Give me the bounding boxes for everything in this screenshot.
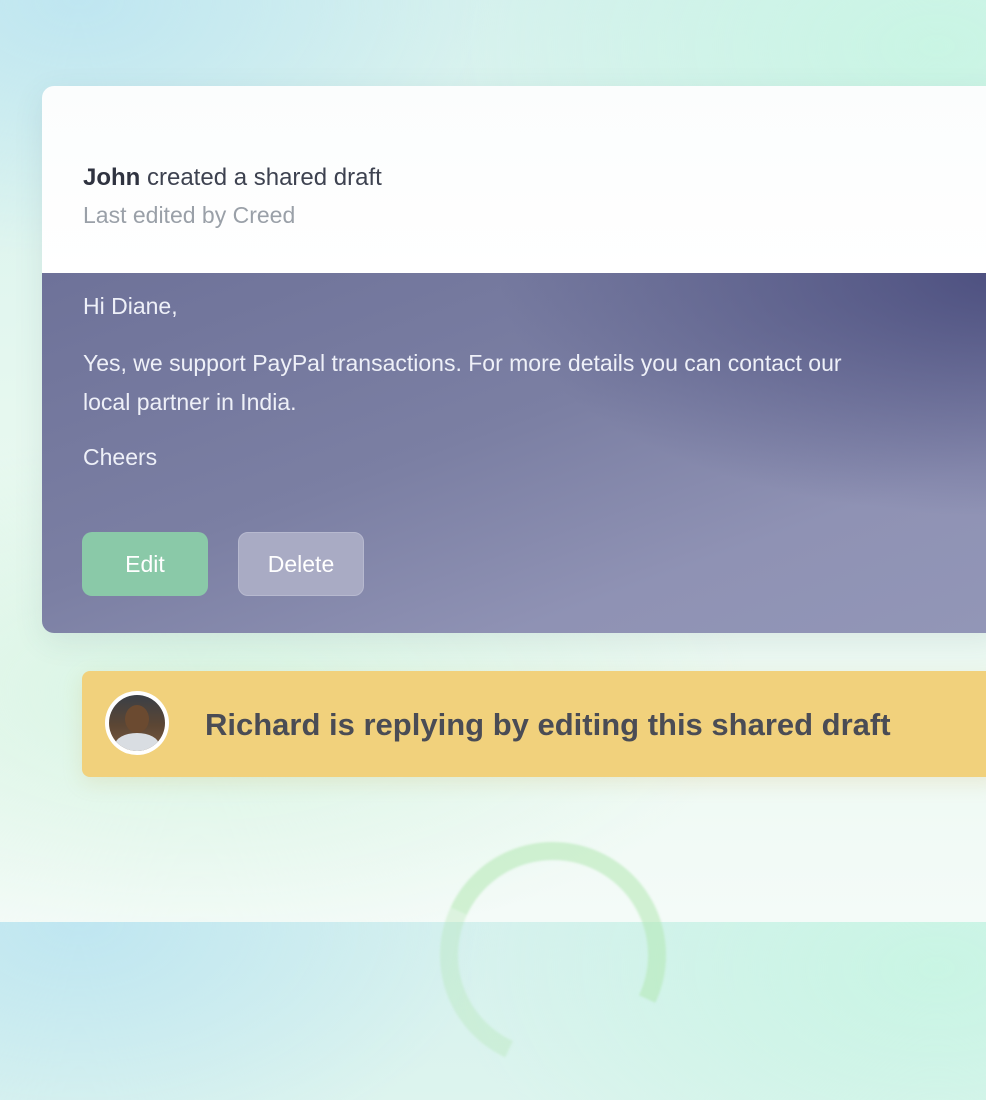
message-signoff: Cheers [83,444,158,470]
draft-created-action: created a shared draft [140,164,382,191]
replying-banner: Richard is replying by editing this shar… [82,671,986,777]
draft-created-line: John created a shared draft [83,164,382,192]
delete-button[interactable]: Delete [238,532,364,596]
last-edited-label: Last edited by Creed [83,202,296,228]
draft-card-header: John created a shared draft Last edited … [42,86,986,273]
message-greeting: Hi Diane, [83,293,178,319]
replying-banner-text: Richard is replying by editing this shar… [205,707,891,742]
decorative-arc [408,810,698,1100]
shared-draft-card: John created a shared draft Last edited … [42,86,986,633]
user-avatar-icon [105,691,169,755]
draft-message-body: Hi Diane, Yes, we support PayPal transac… [42,273,986,633]
edit-button[interactable]: Edit [82,532,208,596]
draft-author: John [83,164,141,191]
message-text: Yes, we support PayPal transactions. For… [83,350,842,415]
